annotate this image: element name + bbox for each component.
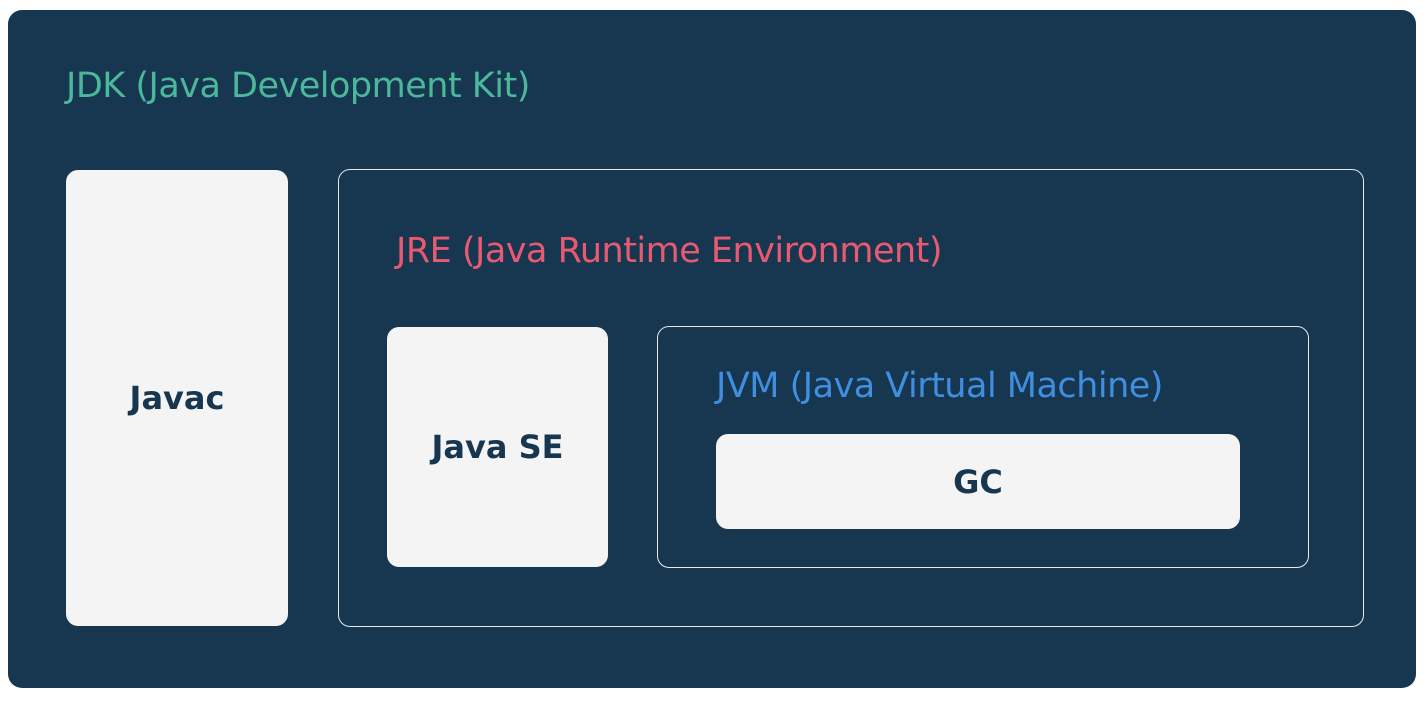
- gc-block: GC: [716, 434, 1240, 529]
- jre-title: JRE (Java Runtime Environment): [396, 231, 943, 271]
- java-se-block: Java SE: [387, 327, 608, 567]
- javac-label: Javac: [129, 379, 225, 417]
- gc-label: GC: [953, 462, 1003, 501]
- jdk-title: JDK (Java Development Kit): [66, 66, 530, 106]
- java-se-label: Java SE: [431, 428, 564, 466]
- jvm-title: JVM (Java Virtual Machine): [716, 366, 1163, 406]
- javac-block: Javac: [66, 170, 288, 626]
